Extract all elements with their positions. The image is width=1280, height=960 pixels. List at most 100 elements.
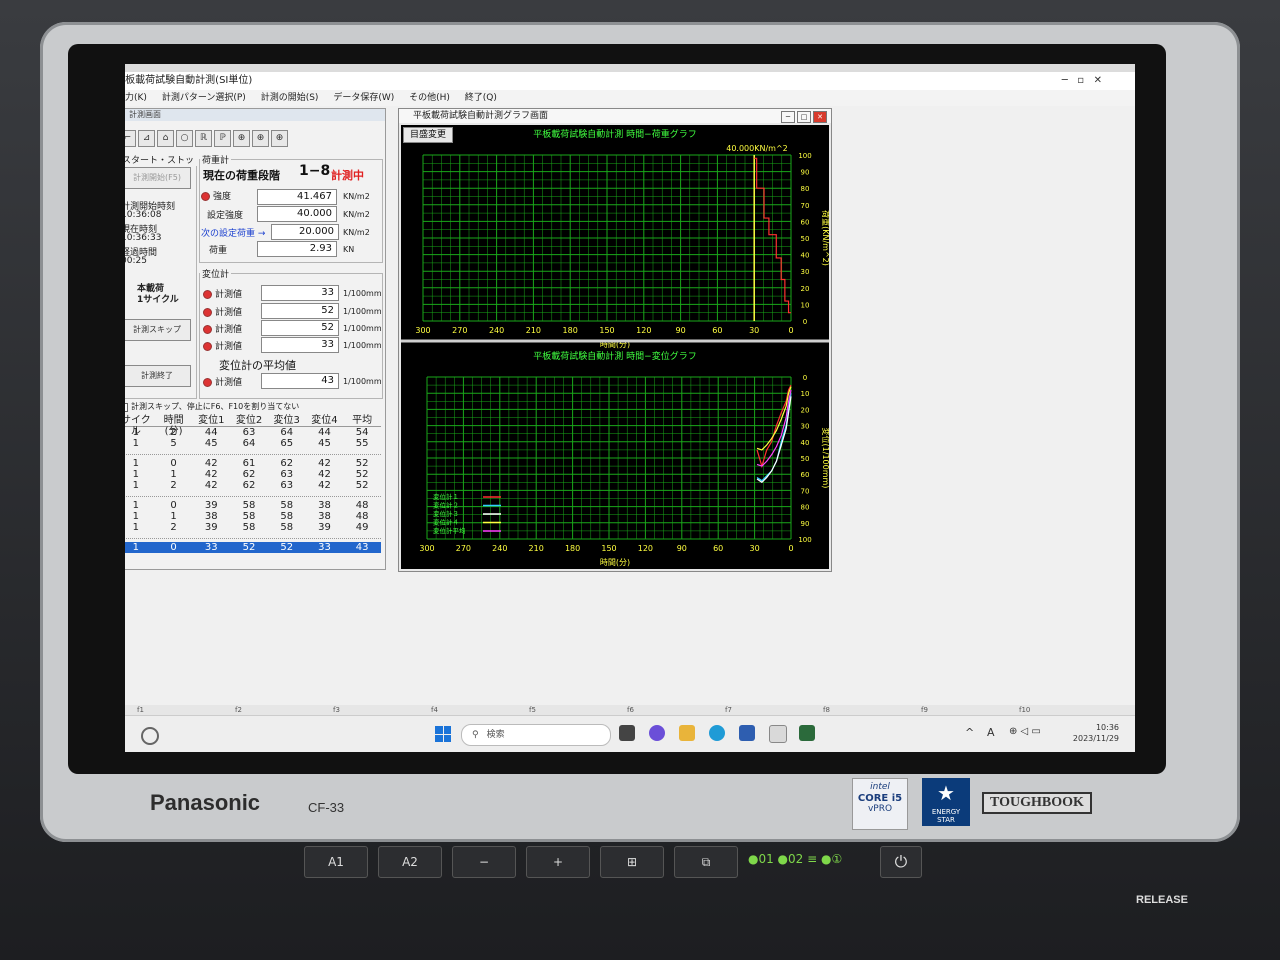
- set-strength-unit: KN/m2: [343, 210, 370, 219]
- network-icon[interactable]: ⊕ ◁ ▭: [1009, 726, 1041, 737]
- menu-input[interactable]: 項目入力(K): [125, 90, 153, 106]
- menu-other[interactable]: その他(H): [403, 90, 456, 106]
- table-body: 1 2 44 63 64 44 54 1 5 45 64 65 45 55 1 0 42 61 62 42 52 1 1 42…: [125, 427, 381, 553]
- disp-2-label: 計測値: [203, 305, 242, 318]
- zoom-in-icon[interactable]: ⊕: [233, 130, 250, 147]
- fkey-label[interactable]: f1: [137, 706, 144, 714]
- scale-change-button[interactable]: 目盛変更: [403, 127, 454, 143]
- x-tick-label: 210: [529, 544, 544, 553]
- model-label: CF-33: [308, 800, 345, 815]
- brand-logo: Panasonic: [150, 790, 261, 815]
- chart-title: 平板載荷試験自動計測 時間−変位グラフ: [533, 350, 696, 362]
- x-tick-label: 300: [415, 326, 430, 335]
- next-load-value: 20.000: [271, 224, 339, 240]
- table-row-current[interactable]: 1 0 33 52 52 33 43: [125, 542, 381, 553]
- fkey-label[interactable]: f9: [921, 706, 928, 714]
- strength-unit: KN/m2: [343, 192, 370, 201]
- fkey-label[interactable]: f4: [431, 706, 438, 714]
- tool-6-icon[interactable]: ℙ: [214, 130, 231, 147]
- fkey-label[interactable]: f2: [235, 706, 242, 714]
- table-row[interactable]: 1 2 44 63 64 44 54: [125, 427, 381, 438]
- taskbar-clock[interactable]: 10:36 2023/11/29: [1073, 722, 1119, 744]
- chart-title: 平板載荷試験自動計測 時間−荷重グラフ: [533, 128, 696, 140]
- y-tick-label: 70: [801, 487, 810, 495]
- fkey-label[interactable]: f3: [333, 706, 340, 714]
- volume-down-key[interactable]: −: [452, 846, 516, 878]
- power-icon[interactable]: ⏻: [880, 846, 922, 878]
- menu-quit[interactable]: 終了(Q): [459, 90, 503, 106]
- menu-pattern[interactable]: 計測パターン選択(P): [156, 90, 252, 106]
- legend-label: 変位計１: [433, 492, 459, 501]
- task-view-icon[interactable]: [619, 725, 635, 741]
- fkey-label[interactable]: f5: [529, 706, 536, 714]
- menu-save[interactable]: データ保存(W): [327, 90, 400, 106]
- table-row[interactable]: 1 2 39 58 58 39 49: [125, 522, 381, 533]
- fkey-label[interactable]: f10: [1019, 706, 1030, 714]
- tool-1-icon[interactable]: ⌐: [125, 130, 136, 147]
- taskbar-search[interactable]: ⚲ 検索: [461, 724, 611, 746]
- menu-start[interactable]: 計測の開始(S): [255, 90, 325, 106]
- maximize-icon[interactable]: □: [797, 111, 811, 123]
- skip-checkbox[interactable]: ✓計測スキップ、停止にF6、F10を割り当てない: [125, 401, 299, 412]
- start-icon[interactable]: [435, 726, 451, 742]
- store-icon[interactable]: [739, 725, 755, 741]
- skip-button[interactable]: 計測スキップ: [125, 319, 191, 341]
- table-row[interactable]: 1 2 42 62 63 42 52: [125, 480, 381, 491]
- fkey-label[interactable]: f8: [823, 706, 830, 714]
- tool-5-icon[interactable]: ℝ: [195, 130, 212, 147]
- y-tick-label: 10: [801, 390, 810, 398]
- fkey-label[interactable]: f7: [725, 706, 732, 714]
- disp-3-unit: 1/100mm: [343, 324, 382, 333]
- set-strength-label: 設定強度: [207, 211, 244, 221]
- x-axis-label: 時間(分): [600, 558, 630, 567]
- table-row[interactable]: 1 0 39 58 58 38 48: [125, 500, 381, 511]
- table-row[interactable]: 1 1 38 58 58 38 48: [125, 511, 381, 522]
- chat-icon[interactable]: [649, 725, 665, 741]
- disp-1-unit: 1/100mm: [343, 289, 382, 298]
- app-titlebar: 平板載荷試験自動計測(SI単位) ─ ▫ ✕: [125, 72, 1135, 90]
- graph-area: 平板載荷試験自動計測 時間−荷重グラフ 300 270 240 210 180 150 120…: [401, 125, 831, 569]
- toolbar: ⌐ ⊿ ⌂ ○ ℝ ℙ ⊕ ⊕ ⊕: [125, 125, 290, 147]
- end-button[interactable]: 計測終了: [125, 365, 191, 387]
- disp-2-unit: 1/100mm: [343, 307, 382, 316]
- fkey-label[interactable]: f6: [627, 706, 634, 714]
- strength-value: 41.467: [257, 189, 337, 205]
- start-button[interactable]: 計測開始(F5): [125, 167, 191, 189]
- ime-indicator[interactable]: A: [987, 726, 995, 739]
- zoom-reset-icon[interactable]: ⊕: [271, 130, 288, 147]
- table-row[interactable]: 1 5 45 64 65 45 55: [125, 438, 381, 449]
- table-row[interactable]: 1 1 42 62 63 42 52: [125, 469, 381, 480]
- zoom-out-icon[interactable]: ⊕: [252, 130, 269, 147]
- table-row[interactable]: 1 0 42 61 62 42 52: [125, 458, 381, 469]
- avg-title: 変位計の平均値: [219, 359, 296, 372]
- windows-key[interactable]: ⊞: [600, 846, 664, 878]
- a2-key[interactable]: A2: [378, 846, 442, 878]
- measurement-panel: 計測画面 ⌐⊿⌂○ℝℙ⊕⊕⊕ スタート・ストップ 計測開始(F5) 計測開始時刻…: [125, 108, 386, 570]
- app-window-icon[interactable]: [769, 725, 787, 743]
- x-tick-label: 150: [601, 544, 616, 553]
- window-controls[interactable]: ─ ▫ ✕: [1062, 72, 1102, 90]
- y-tick-label: 20: [801, 406, 810, 414]
- max-load-label: 40.000KN/m^2: [726, 144, 788, 153]
- a1-key[interactable]: A1: [304, 846, 368, 878]
- tool-3-icon[interactable]: ⌂: [157, 130, 174, 147]
- close-icon[interactable]: ✕: [813, 111, 827, 123]
- file-explorer-icon[interactable]: [679, 725, 695, 741]
- x-tick-label: 60: [713, 544, 723, 553]
- row-separator: [125, 533, 381, 539]
- load-unit: KN: [343, 245, 355, 254]
- widgets-icon[interactable]: [141, 727, 159, 745]
- release-label: RELEASE: [1136, 894, 1188, 906]
- minimize-icon[interactable]: ─: [781, 111, 795, 123]
- tray-chevron-icon[interactable]: ^: [965, 726, 974, 739]
- disp-2-value: 52: [261, 303, 339, 319]
- volume-up-key[interactable]: +: [526, 846, 590, 878]
- y-tick-label: 90: [801, 169, 810, 177]
- edge-icon[interactable]: [709, 725, 725, 741]
- disp-1-led-icon: [203, 290, 212, 299]
- y-tick-label: 100: [798, 536, 811, 544]
- tool-4-icon[interactable]: ○: [176, 130, 193, 147]
- tool-2-icon[interactable]: ⊿: [138, 130, 155, 147]
- rotate-key[interactable]: ⧉: [674, 846, 738, 878]
- measurement-app-icon[interactable]: [799, 725, 815, 741]
